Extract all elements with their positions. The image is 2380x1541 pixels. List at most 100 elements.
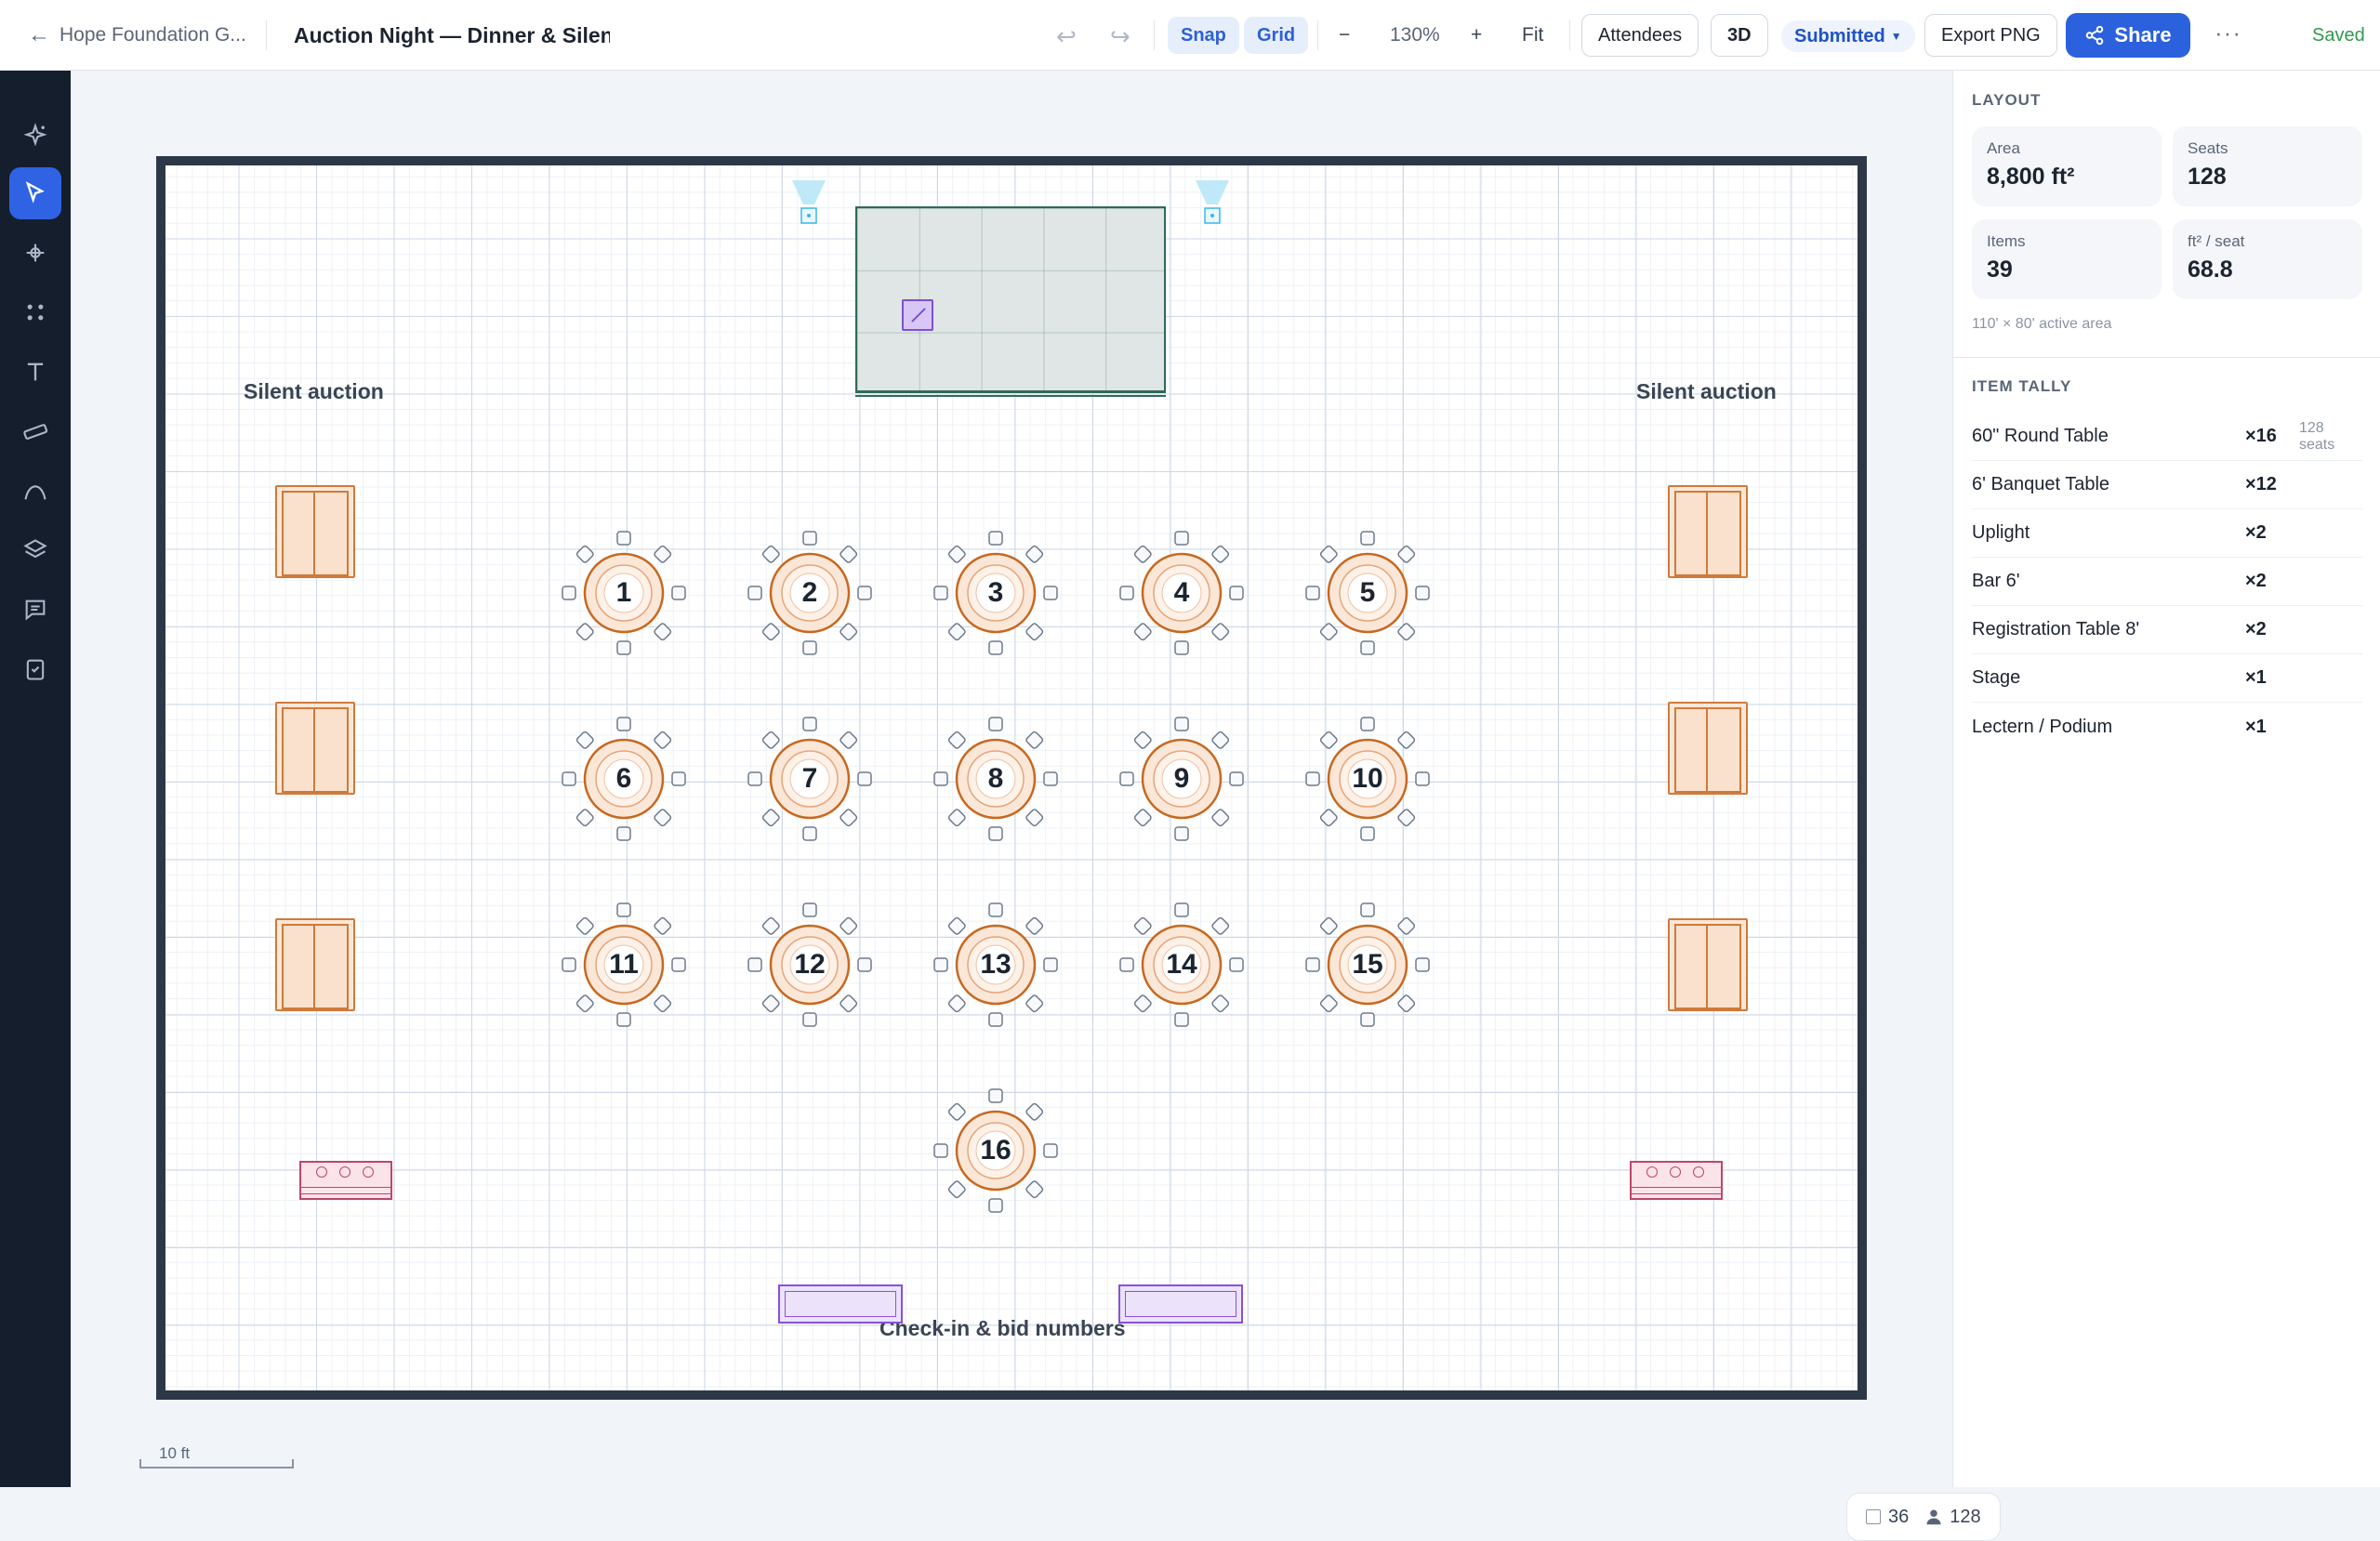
comment-icon[interactable]	[9, 584, 61, 636]
lectern[interactable]	[902, 299, 933, 331]
fit-button[interactable]: Fit	[1522, 0, 1543, 71]
banquet-table[interactable]	[275, 485, 355, 578]
table-number: 15	[1352, 949, 1383, 980]
round-table[interactable]: 2	[740, 523, 879, 663]
divider	[1569, 20, 1570, 50]
export-png-button[interactable]: Export PNG	[1924, 14, 2057, 57]
round-table[interactable]: 6	[554, 709, 694, 849]
item-count-value: 36	[1888, 1506, 1910, 1527]
view-3d-button[interactable]: 3D	[1711, 14, 1768, 57]
registration-table[interactable]	[778, 1284, 903, 1324]
zoom-level[interactable]: 130%	[1390, 0, 1440, 71]
round-table[interactable]: 11	[554, 895, 694, 1034]
tally-section-title: ITEM TALLY	[1972, 377, 2072, 395]
table-number: 16	[980, 1135, 1012, 1166]
round-table[interactable]: 16	[926, 1081, 1065, 1220]
tally-row[interactable]: Bar 6' ×2	[1972, 558, 2362, 606]
tally-row[interactable]: 6' Banquet Table ×12	[1972, 461, 2362, 509]
banquet-table[interactable]	[1668, 918, 1748, 1011]
round-table[interactable]: 13	[926, 895, 1065, 1034]
table-number: 4	[1173, 577, 1190, 608]
count-summary: 36 128	[1846, 1493, 2001, 1541]
text-icon[interactable]	[9, 346, 61, 398]
sparkle-icon[interactable]	[9, 110, 61, 162]
zoom-in-button[interactable]: +	[1471, 0, 1482, 71]
table-number: 11	[609, 949, 639, 980]
bar-taps	[1646, 1166, 1704, 1178]
stat-card-items: Items 39	[1972, 219, 2162, 299]
round-table[interactable]: 10	[1298, 709, 1437, 849]
tally-item-qty: ×12	[2245, 474, 2277, 494]
curve-icon[interactable]	[9, 465, 61, 517]
scale-bar	[139, 1459, 294, 1469]
redo-icon[interactable]: ↪	[1110, 22, 1130, 51]
uplight-left[interactable]	[792, 180, 826, 227]
tally-row[interactable]: Stage ×1	[1972, 654, 2362, 703]
people-count-value: 128	[1950, 1506, 1981, 1527]
banquet-table[interactable]	[1668, 702, 1748, 795]
stat-label: Area	[1987, 139, 2020, 157]
round-table[interactable]: 14	[1112, 895, 1251, 1034]
ruler-icon[interactable]	[9, 405, 61, 457]
round-table[interactable]: 3	[926, 523, 1065, 663]
round-table[interactable]: 8	[926, 709, 1065, 849]
bar[interactable]	[299, 1161, 392, 1200]
round-table[interactable]: 9	[1112, 709, 1251, 849]
more-menu-icon[interactable]: ···	[2215, 19, 2241, 47]
grid-toggle[interactable]: Grid	[1244, 17, 1309, 54]
back-link[interactable]: ← Hope Foundation G...	[28, 0, 246, 71]
tally-item-name: 60" Round Table	[1972, 426, 2109, 446]
round-table[interactable]: 5	[1298, 523, 1437, 663]
arrow-left-icon: ←	[28, 22, 50, 47]
share-button[interactable]: Share	[2066, 13, 2190, 58]
zone-label-checkin[interactable]: Check-in & bid numbers	[879, 1316, 1126, 1341]
active-area-note: 110' × 80' active area	[1972, 316, 2112, 332]
tally-row[interactable]: Registration Table 8' ×2	[1972, 606, 2362, 654]
zoom-out-button[interactable]: −	[1339, 0, 1350, 71]
document-title[interactable]: Auction Night — Dinner & Silent Auction	[294, 0, 610, 71]
table-number: 8	[987, 763, 1004, 794]
pointer-icon[interactable]	[9, 167, 61, 219]
round-table[interactable]: 12	[740, 895, 879, 1034]
banquet-table[interactable]	[275, 702, 355, 795]
tally-item-name: 6' Banquet Table	[1972, 474, 2110, 494]
floorplan-canvas[interactable]: Silent auction Silent auction Check-in &…	[71, 71, 2001, 1541]
tally-row[interactable]: 60" Round Table ×16 128 seats	[1972, 413, 2362, 461]
tally-row[interactable]: Lectern / Podium ×1	[1972, 703, 2362, 751]
banquet-table[interactable]	[275, 918, 355, 1011]
banquet-table[interactable]	[1668, 485, 1748, 578]
tally-row[interactable]: Uplight ×2	[1972, 509, 2362, 558]
bar-rail	[301, 1187, 390, 1194]
bar-taps	[316, 1166, 374, 1178]
save-status: Saved	[2312, 24, 2365, 46]
bar-rail	[1632, 1187, 1721, 1194]
table-number: 3	[987, 577, 1004, 608]
round-table[interactable]: 1	[554, 523, 694, 663]
undo-icon[interactable]: ↩	[1056, 22, 1077, 51]
share-icon	[2086, 25, 2104, 46]
round-table[interactable]: 7	[740, 709, 879, 849]
person-icon	[1926, 1509, 1941, 1525]
layers-icon[interactable]	[9, 524, 61, 576]
shape-icon[interactable]	[9, 227, 61, 279]
table-number: 12	[794, 949, 826, 980]
tally-item-qty: ×2	[2245, 571, 2267, 591]
table-number: 5	[1359, 577, 1376, 608]
checklist-icon[interactable]	[9, 643, 61, 695]
round-table[interactable]: 15	[1298, 895, 1437, 1034]
bar[interactable]	[1630, 1161, 1723, 1200]
zone-label-silent-auction-right[interactable]: Silent auction	[1636, 379, 1777, 404]
status-dropdown[interactable]: Submitted ▼	[1781, 20, 1915, 52]
round-table[interactable]: 4	[1112, 523, 1251, 663]
stat-value: 68.8	[2188, 257, 2233, 283]
stat-value: 8,800 ft²	[1987, 164, 2075, 190]
uplight-right[interactable]	[1196, 180, 1229, 227]
zone-label-silent-auction-left[interactable]: Silent auction	[244, 379, 384, 404]
registration-table[interactable]	[1118, 1284, 1243, 1324]
tally-item-qty: ×1	[2245, 667, 2267, 688]
attendees-button[interactable]: Attendees	[1581, 14, 1699, 57]
grid-dots-icon[interactable]	[9, 286, 61, 338]
table-number: 9	[1173, 763, 1190, 794]
snap-toggle[interactable]: Snap	[1168, 17, 1239, 54]
table-number: 13	[980, 949, 1012, 980]
